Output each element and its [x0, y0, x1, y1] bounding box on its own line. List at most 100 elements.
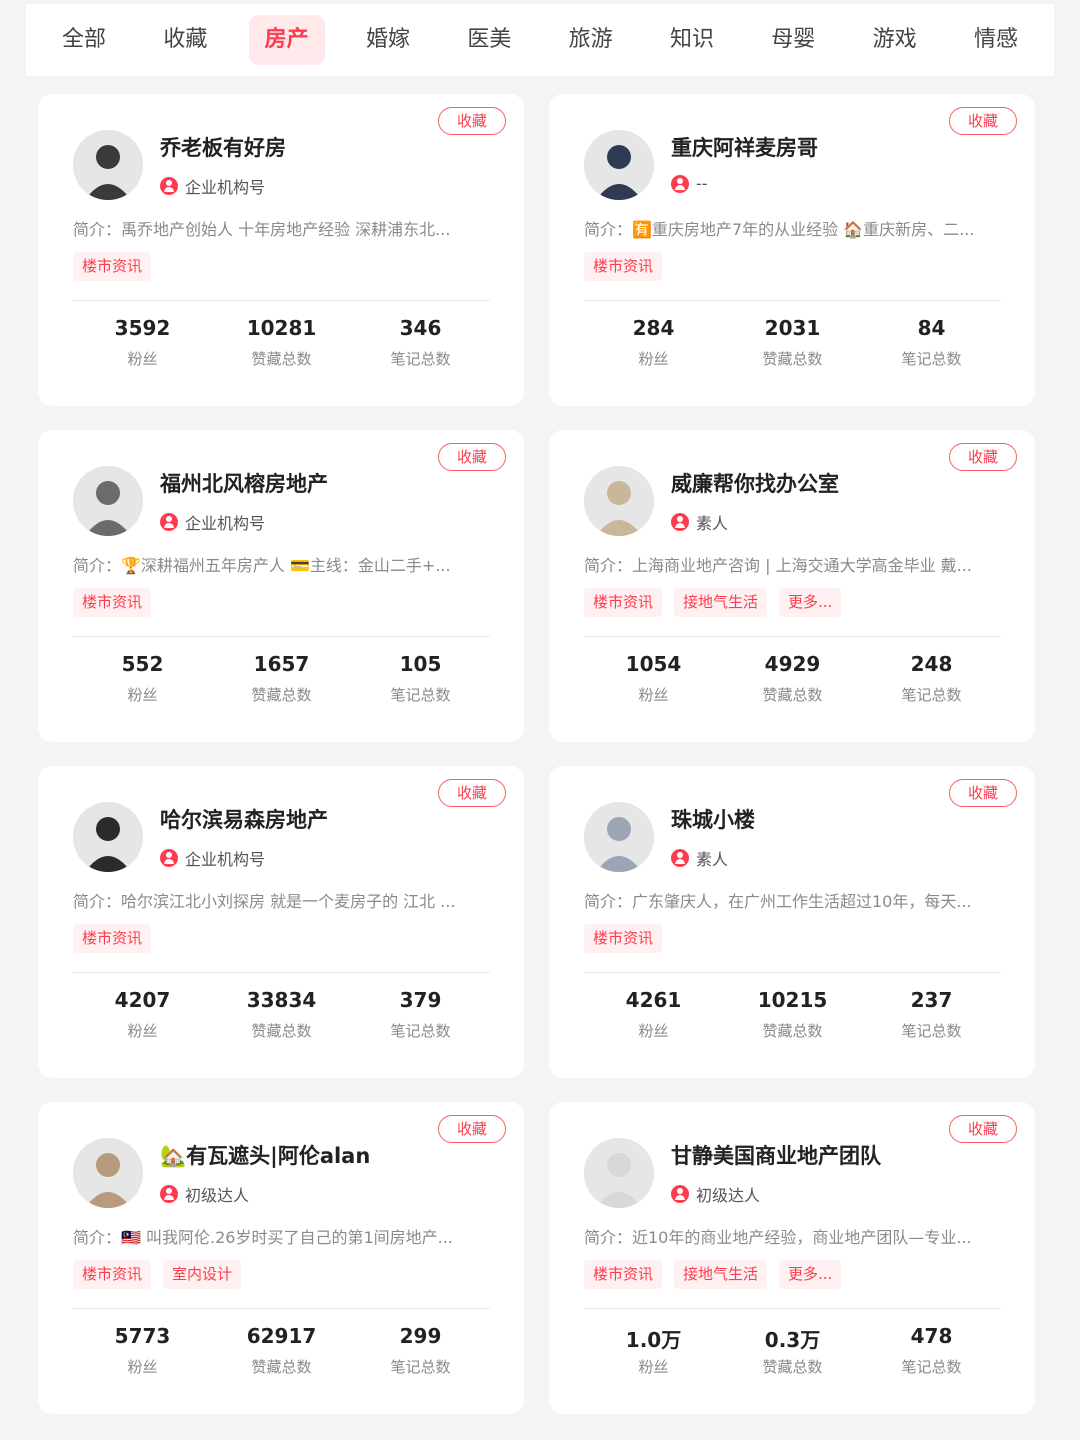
- likes-label: 赞藏总数: [251, 350, 312, 368]
- stat-notes: 248 笔记总数: [862, 652, 1001, 705]
- tag-list: 楼市资讯 室内设计: [73, 1260, 242, 1289]
- stat-notes: 299 笔记总数: [351, 1324, 490, 1377]
- likes-count: 4929: [764, 652, 821, 676]
- collect-button[interactable]: 收藏: [949, 443, 1017, 471]
- topic-tag[interactable]: 接地气生活: [674, 588, 768, 617]
- fans-count: 4261: [625, 988, 682, 1012]
- tag-list: 楼市资讯: [73, 924, 152, 953]
- creator-bio: 简介：禹乔地产创始人 十年房地产经验 深耕浦东北...: [73, 220, 451, 239]
- tag-list: 楼市资讯: [584, 924, 663, 953]
- topic-tag[interactable]: 楼市资讯: [584, 1260, 663, 1289]
- tab-games[interactable]: 游戏: [857, 15, 933, 65]
- stat-likes: 4929 赞藏总数: [723, 652, 862, 705]
- tab-mother-baby[interactable]: 母婴: [755, 15, 831, 65]
- tab-wedding[interactable]: 婚嫁: [350, 15, 426, 65]
- collect-button[interactable]: 收藏: [949, 779, 1017, 807]
- creator-card[interactable]: 收藏 乔老板有好房 企业机构号 简介：禹乔地产创始人 十年房地产经验 深耕浦东北…: [38, 94, 524, 406]
- creator-name[interactable]: 威廉帮你找办公室: [671, 468, 839, 498]
- creator-card[interactable]: 收藏 哈尔滨易森房地产 企业机构号 简介：哈尔滨江北小刘探房 就是一个麦房子的 …: [38, 766, 524, 1078]
- avatar[interactable]: [73, 802, 143, 872]
- avatar[interactable]: [73, 466, 143, 536]
- avatar[interactable]: [584, 130, 654, 200]
- avatar[interactable]: [73, 1138, 143, 1208]
- creator-name[interactable]: 重庆阿祥麦房哥: [671, 132, 818, 162]
- tab-medical-beauty[interactable]: 医美: [451, 15, 527, 65]
- fans-count: 5773: [114, 1324, 171, 1348]
- creator-bio: 简介：近10年的商业地产经验，商业地产团队—专业...: [584, 1228, 972, 1247]
- notes-label: 笔记总数: [390, 1358, 451, 1376]
- creator-card[interactable]: 收藏 威廉帮你找办公室 素人 简介：上海商业地产咨询 | 上海交通大学高金毕业 …: [549, 430, 1035, 742]
- stats-row: 5773 粉丝 62917 赞藏总数 299 笔记总数: [73, 1324, 490, 1377]
- divider: [73, 972, 490, 973]
- creator-card[interactable]: 收藏 福州北风榕房地产 企业机构号 简介：🏆深耕福州五年房产人 💳主线：金山二手…: [38, 430, 524, 742]
- likes-label: 赞藏总数: [251, 1358, 312, 1376]
- divider: [73, 636, 490, 637]
- tag-list: 楼市资讯 接地气生活 更多...: [584, 588, 842, 617]
- avatar[interactable]: [584, 466, 654, 536]
- creator-name[interactable]: 甘静美国商业地产团队: [671, 1140, 881, 1170]
- fans-label: 粉丝: [638, 1358, 669, 1376]
- likes-count: 1657: [253, 652, 310, 676]
- collect-button[interactable]: 收藏: [438, 443, 506, 471]
- role-label: --: [696, 174, 708, 193]
- avatar[interactable]: [584, 802, 654, 872]
- avatar-image: [584, 802, 654, 872]
- role-label: 企业机构号: [185, 850, 266, 869]
- stat-notes: 84 笔记总数: [862, 316, 1001, 369]
- creator-bio: 简介：广东肇庆人，在广州工作生活超过10年，每天...: [584, 892, 972, 911]
- topic-tag[interactable]: 楼市资讯: [584, 588, 663, 617]
- collect-button[interactable]: 收藏: [438, 107, 506, 135]
- likes-label: 赞藏总数: [251, 1022, 312, 1040]
- avatar-image: [73, 130, 143, 200]
- creator-name[interactable]: 珠城小楼: [671, 804, 755, 834]
- topic-tag[interactable]: 室内设计: [163, 1260, 242, 1289]
- tab-all[interactable]: 全部: [46, 15, 122, 65]
- notes-count: 478: [910, 1324, 953, 1348]
- topic-tag[interactable]: 接地气生活: [674, 1260, 768, 1289]
- avatar-image: [584, 1138, 654, 1208]
- creator-card[interactable]: 收藏 甘静美国商业地产团队 初级达人 简介：近10年的商业地产经验，商业地产团队…: [549, 1102, 1035, 1414]
- creator-name[interactable]: 福州北风榕房地产: [160, 468, 328, 498]
- collect-button[interactable]: 收藏: [949, 1115, 1017, 1143]
- notes-label: 笔记总数: [901, 1358, 962, 1376]
- collect-button[interactable]: 收藏: [438, 1115, 506, 1143]
- topic-tag[interactable]: 楼市资讯: [73, 1260, 152, 1289]
- creator-card[interactable]: 收藏 珠城小楼 素人 简介：广东肇庆人，在广州工作生活超过10年，每天... 楼…: [549, 766, 1035, 1078]
- stat-likes: 2031 赞藏总数: [723, 316, 862, 369]
- creator-card[interactable]: 收藏 重庆阿祥麦房哥 -- 简介：🈶重庆房地产7年的从业经验 🏠重庆新房、二..…: [549, 94, 1035, 406]
- avatar-image: [73, 466, 143, 536]
- notes-label: 笔记总数: [390, 686, 451, 704]
- avatar[interactable]: [584, 1138, 654, 1208]
- creator-bio: 简介：🏆深耕福州五年房产人 💳主线：金山二手+...: [73, 556, 451, 575]
- topic-tag[interactable]: 更多...: [779, 1260, 842, 1289]
- tab-real-estate[interactable]: 房产: [248, 15, 325, 65]
- topic-tag[interactable]: 楼市资讯: [73, 588, 152, 617]
- creator-name[interactable]: 🏡有瓦遮头|阿伦alan: [160, 1140, 370, 1170]
- role-label: 初级达人: [696, 1186, 761, 1205]
- creator-name[interactable]: 乔老板有好房: [160, 132, 286, 162]
- stat-fans: 1054 粉丝: [584, 652, 723, 705]
- likes-count: 0.3万: [764, 1328, 821, 1352]
- tab-knowledge[interactable]: 知识: [654, 15, 730, 65]
- topic-tag[interactable]: 楼市资讯: [584, 924, 663, 953]
- creator-role: 企业机构号: [160, 510, 265, 534]
- tab-travel[interactable]: 旅游: [553, 15, 629, 65]
- avatar[interactable]: [73, 130, 143, 200]
- creator-role: 素人: [671, 846, 728, 870]
- creator-name[interactable]: 哈尔滨易森房地产: [160, 804, 328, 834]
- topic-tag[interactable]: 楼市资讯: [73, 924, 152, 953]
- stat-likes: 0.3万 赞藏总数: [723, 1324, 862, 1377]
- stats-row: 552 粉丝 1657 赞藏总数 105 笔记总数: [73, 652, 490, 705]
- likes-count: 62917: [246, 1324, 317, 1348]
- creator-card[interactable]: 收藏 🏡有瓦遮头|阿伦alan 初级达人 简介：🇲🇾 叫我阿伦.26岁时买了自己…: [38, 1102, 524, 1414]
- topic-tag[interactable]: 楼市资讯: [73, 252, 152, 281]
- topic-tag[interactable]: 楼市资讯: [584, 252, 663, 281]
- creator-bio: 简介：🇲🇾 叫我阿伦.26岁时买了自己的第1间房地产...: [73, 1228, 453, 1247]
- topic-tag[interactable]: 更多...: [779, 588, 842, 617]
- tab-favorites[interactable]: 收藏: [147, 15, 223, 65]
- collect-button[interactable]: 收藏: [438, 779, 506, 807]
- tab-emotion[interactable]: 情感: [958, 15, 1034, 65]
- collect-button[interactable]: 收藏: [949, 107, 1017, 135]
- fans-label: 粉丝: [127, 350, 158, 368]
- role-label: 初级达人: [185, 1186, 250, 1205]
